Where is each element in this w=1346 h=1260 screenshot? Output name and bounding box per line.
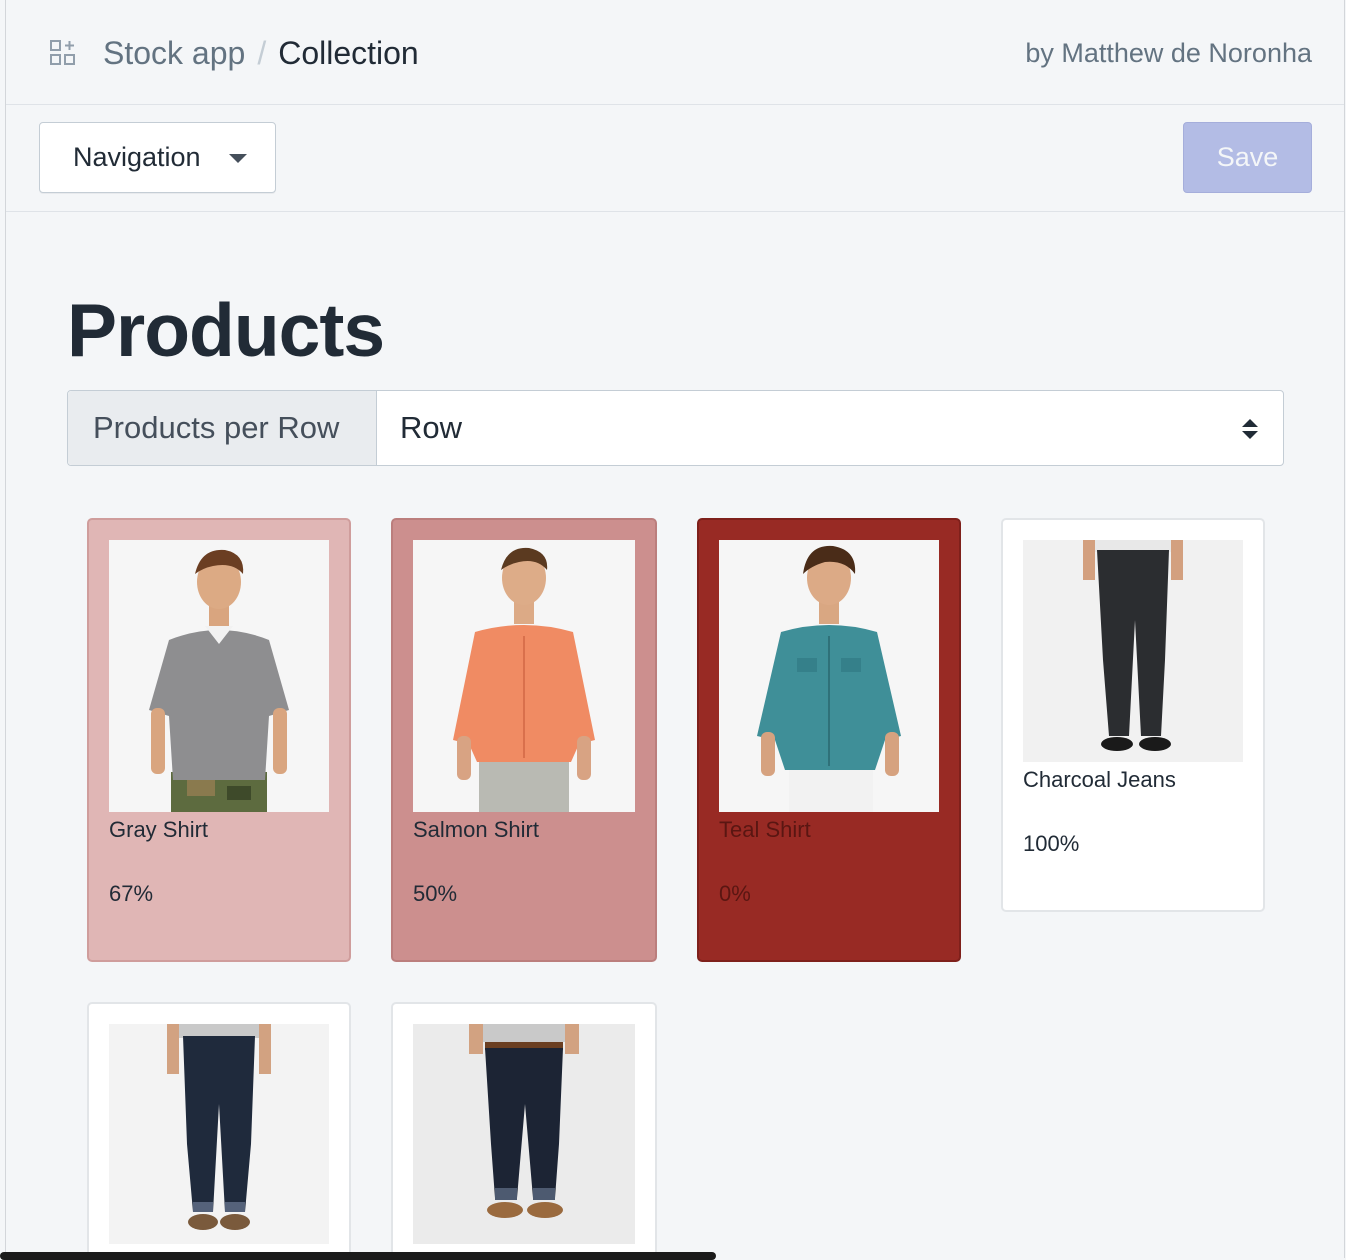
product-card[interactable]: Navy Jeans bbox=[391, 1002, 657, 1258]
product-name: Teal Shirt bbox=[719, 817, 811, 842]
product-name: Gray Shirt bbox=[109, 817, 209, 842]
product-card[interactable]: Teal Shirt 0% bbox=[697, 518, 961, 962]
product-name: Charcoal Jeans bbox=[1023, 767, 1176, 792]
product-card[interactable]: Gray Shirt 67% bbox=[87, 518, 351, 962]
navigation-dropdown-button[interactable]: Navigation bbox=[39, 122, 276, 193]
chevron-down-icon bbox=[229, 154, 247, 163]
product-image bbox=[1023, 540, 1243, 762]
product-image bbox=[413, 1024, 635, 1244]
products-per-row-select-group: Products per Row Row bbox=[67, 390, 1284, 466]
product-percent: 67% bbox=[109, 881, 154, 906]
breadcrumb-separator: / bbox=[257, 35, 267, 71]
breadcrumb-stock-app[interactable]: Stock app bbox=[103, 33, 245, 73]
navigation-label: Navigation bbox=[73, 142, 201, 172]
author-credit: by Matthew de Noronha bbox=[1025, 38, 1312, 68]
top-bar: Stock app / Collection by Matthew de Nor… bbox=[6, 0, 1344, 105]
product-percent: 50% bbox=[413, 881, 458, 906]
select-arrows-icon bbox=[1242, 419, 1258, 439]
product-card[interactable]: Charcoal Jeans 100% bbox=[1001, 518, 1265, 912]
product-image bbox=[109, 540, 329, 812]
breadcrumb: Stock app / Collection bbox=[103, 33, 419, 73]
product-card[interactable]: Salmon Shirt 50% bbox=[391, 518, 657, 962]
app-frame: Stock app / Collection by Matthew de Nor… bbox=[5, 0, 1345, 1258]
product-image bbox=[719, 540, 939, 812]
breadcrumb-current-page: Collection bbox=[278, 35, 419, 71]
products-per-row-label: Products per Row bbox=[68, 391, 377, 465]
toolbar: Navigation Save bbox=[6, 105, 1344, 212]
app-grid-icon[interactable] bbox=[50, 40, 76, 66]
page-title: Products bbox=[67, 288, 385, 372]
product-image bbox=[109, 1024, 329, 1244]
product-image bbox=[413, 540, 635, 812]
product-percent: 100% bbox=[1023, 831, 1080, 856]
product-percent: 0% bbox=[719, 881, 751, 906]
products-per-row-select[interactable]: Row bbox=[377, 391, 1283, 465]
horizontal-scrollbar[interactable] bbox=[0, 1252, 716, 1260]
product-card[interactable]: Prestige Jeans bbox=[87, 1002, 351, 1258]
product-name: Salmon Shirt bbox=[413, 817, 539, 842]
products-per-row-value: Row bbox=[400, 410, 463, 445]
save-button[interactable]: Save bbox=[1183, 122, 1312, 193]
